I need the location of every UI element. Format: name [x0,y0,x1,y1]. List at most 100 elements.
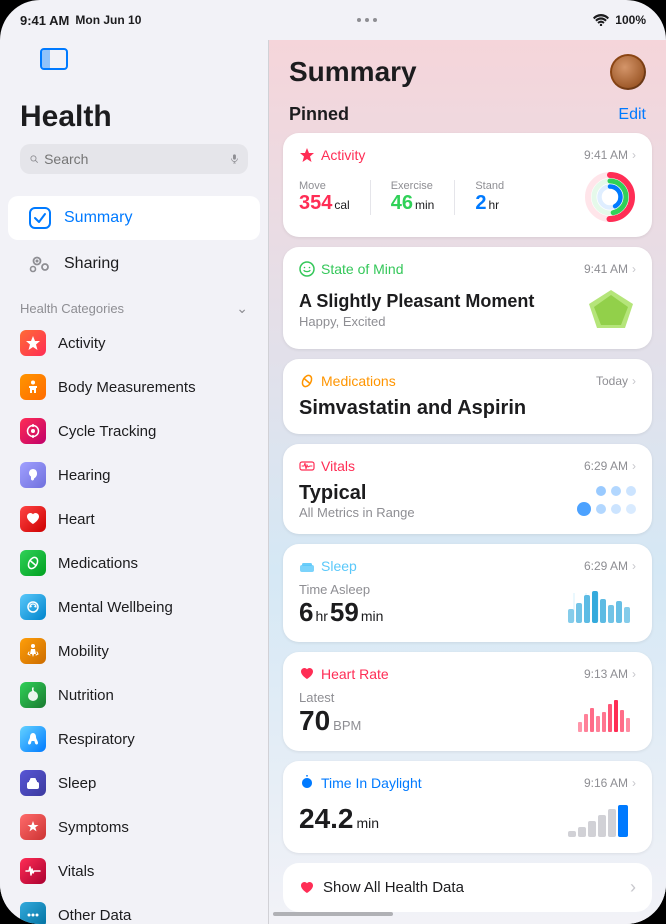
daylight-bars-svg [566,799,636,839]
hearing-icon [25,467,41,483]
sidebar-item-hearing[interactable]: Hearing [0,453,268,497]
show-all-label: Show All Health Data [323,879,464,896]
sidebar-item-nutrition[interactable]: Nutrition [0,673,268,717]
heart-rate-card[interactable]: Heart Rate 9:13 AM › Latest 70 BPM [283,652,652,751]
daylight-title: Time In Daylight [321,775,422,791]
stand-value: 2 [475,192,486,215]
avatar[interactable] [610,54,646,90]
nav-sharing[interactable]: Sharing [8,242,260,286]
sidebar-item-mobility[interactable]: Mobility [0,629,268,673]
sidebar-item-body[interactable]: Body Measurements [0,365,268,409]
state-of-mind-card[interactable]: State of Mind 9:41 AM › A Slightly Pleas… [283,247,652,349]
search-icon [30,152,38,166]
sleep-hr-unit: hr [315,608,327,624]
other-icon [25,907,41,923]
sidebar-heart-label: Heart [58,511,95,528]
home-indicator [273,912,393,916]
mind-chevron: › [632,262,636,276]
main-title: Summary [289,56,417,88]
avatar-image [612,56,644,88]
nav-sharing-label: Sharing [64,255,119,273]
heart-rate-unit: BPM [333,718,361,733]
sidebar-item-symptoms[interactable]: Symptoms [0,805,268,849]
main-content: Summary Pinned Edit Activity [269,40,666,924]
daylight-icon [299,775,315,791]
sidebar-hearing-label: Hearing [58,467,111,484]
show-all-row[interactable]: Show All Health Data › [283,863,652,912]
vitals-title: Vitals [321,458,355,474]
search-input[interactable] [44,151,225,167]
activity-time: 9:41 AM [584,148,628,162]
daylight-chevron: › [632,776,636,790]
heart-rate-value: 70 [299,705,330,737]
edit-button[interactable]: Edit [618,106,646,124]
sleep-hours: 6 [299,597,313,628]
health-categories-label: Health Categories [20,301,124,316]
sleep-card-icon [299,558,315,574]
mind-subtitle: Happy, Excited [299,314,534,329]
sidebar-mobility-label: Mobility [58,643,109,660]
sleep-time: 6:29 AM [584,559,628,573]
heart-rate-label: Latest [299,690,361,705]
sidebar-item-other[interactable]: Other Data [0,893,268,924]
main-header: Summary [269,40,666,100]
activity-card[interactable]: Activity 9:41 AM › Move 354 cal [283,133,652,237]
stand-label: Stand [475,180,504,192]
cycle-icon [25,423,41,439]
sidebar-activity-label: Activity [58,335,106,352]
status-time: 9:41 AM [20,13,69,28]
sidebar-item-activity[interactable]: Activity [0,321,268,365]
sidebar-respiratory-label: Respiratory [58,731,135,748]
heart-rate-time: 9:13 AM [584,667,628,681]
sidebar-nutrition-label: Nutrition [58,687,114,704]
sidebar-item-respiratory[interactable]: Respiratory [0,717,268,761]
medications-card[interactable]: Medications Today › Simvastatin and Aspi… [283,359,652,434]
respiratory-icon [25,731,41,747]
daylight-card[interactable]: Time In Daylight 9:16 AM › 24.2 min [283,761,652,853]
sleep-icon [25,775,41,791]
exercise-label: Exercise [391,180,435,192]
daylight-unit: min [357,815,380,831]
meds-time: Today [596,374,628,388]
medications-icon [25,555,41,571]
daylight-value: 24.2 [299,803,354,835]
meds-title: Medications [321,373,396,389]
exercise-unit: min [415,198,434,212]
vitals-card[interactable]: Vitals 6:29 AM › Typical All Metrics in … [283,444,652,534]
sidebar-item-heart[interactable]: Heart [0,497,268,541]
sleep-label: Time Asleep [299,582,383,597]
sleep-card[interactable]: Sleep 6:29 AM › Time Asleep 6 hr 59 [283,544,652,642]
heart-icon [25,511,41,527]
stand-unit: hr [488,198,499,212]
mind-pentagon [586,285,636,335]
mobility-icon [25,643,41,659]
activity-chevron: › [632,148,636,162]
meds-card-icon [299,373,315,389]
sidebar-sleep-label: Sleep [58,775,96,792]
search-bar[interactable] [20,144,248,174]
nav-summary-label: Summary [64,209,132,227]
activity-card-icon [299,147,315,163]
show-all-icon [299,880,315,896]
vitals-card-icon [299,458,315,474]
pinned-label: Pinned [289,104,349,125]
sidebar-item-cycle[interactable]: Cycle Tracking [0,409,268,453]
sleep-chart-svg [566,585,636,625]
sidebar-item-mental[interactable]: Mental Wellbeing [0,585,268,629]
vitals-subtitle: All Metrics in Range [299,505,415,520]
sharing-icon [29,253,51,275]
nav-summary[interactable]: Summary [8,196,260,240]
move-label: Move [299,180,350,192]
activity-rings-svg [584,171,636,223]
panel-toggle[interactable] [0,40,268,88]
health-categories-header[interactable]: Health Categories ⌄ [0,292,268,321]
move-unit: cal [334,198,349,212]
wifi-icon [593,14,609,26]
sidebar-item-medications[interactable]: Medications [0,541,268,585]
sleep-minutes: 59 [330,597,359,628]
sidebar-item-sleep[interactable]: Sleep [0,761,268,805]
sidebar-item-vitals[interactable]: Vitals [0,849,268,893]
symptoms-icon [25,819,41,835]
sleep-min-unit: min [361,608,384,624]
sidebar-other-label: Other Data [58,907,131,924]
